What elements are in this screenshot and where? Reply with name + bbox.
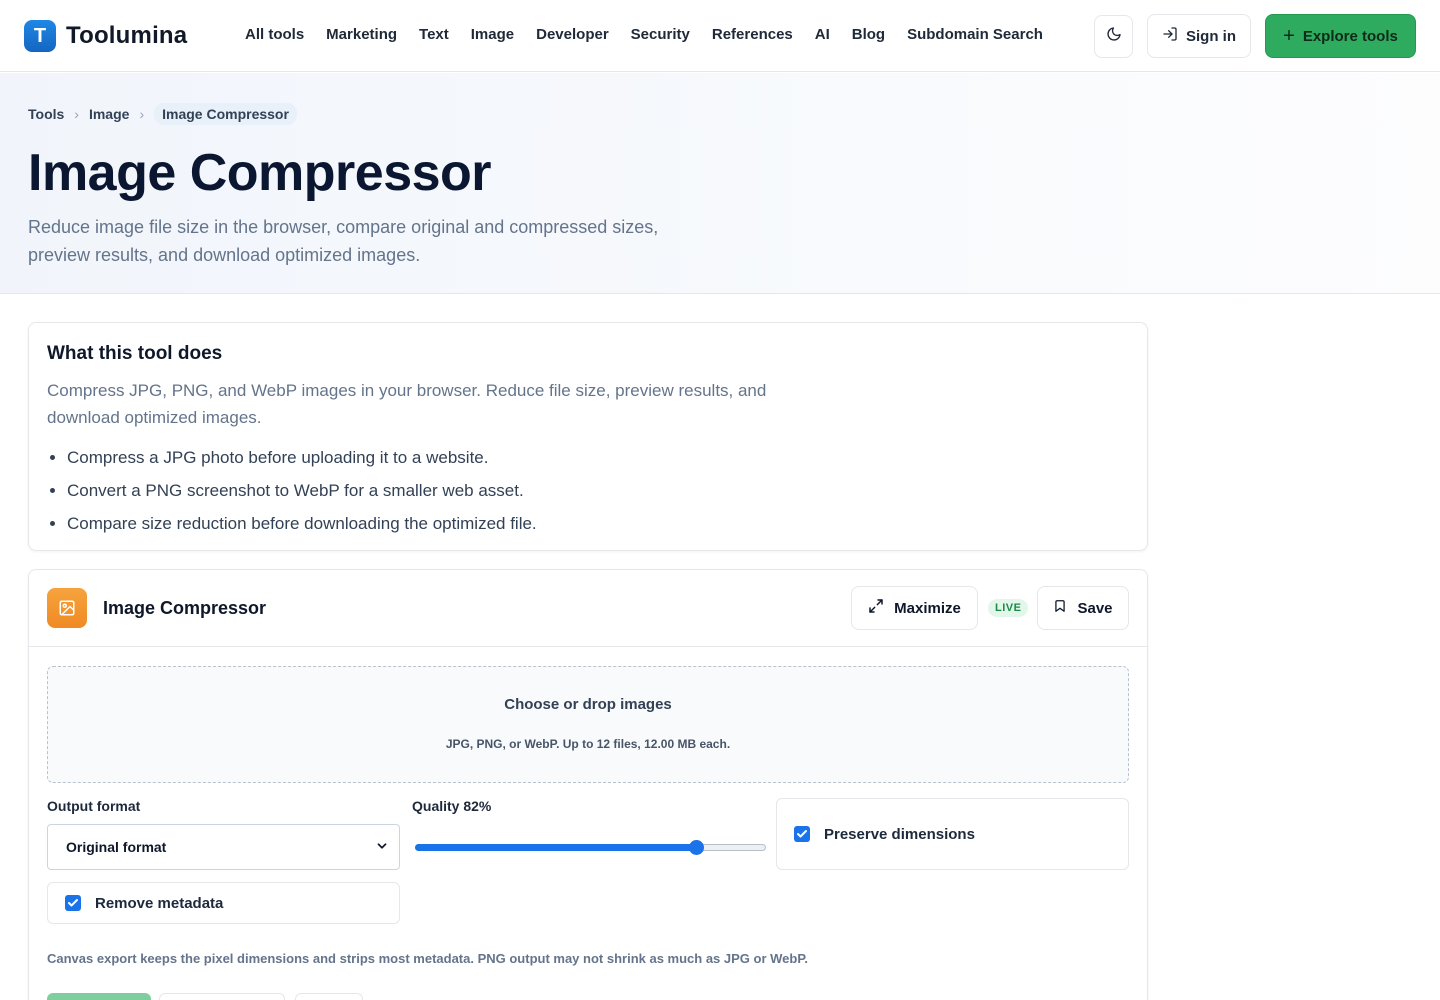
nav-blog[interactable]: Blog (852, 26, 885, 43)
quality-label: Quality 82% (412, 798, 492, 814)
sign-in-button[interactable]: Sign in (1147, 14, 1251, 58)
remove-metadata-option[interactable]: Remove metadata (47, 882, 400, 924)
plus-icon: + (1283, 25, 1295, 47)
breadcrumb-tools[interactable]: Tools (28, 106, 64, 122)
image-icon (47, 588, 87, 628)
list-item: Convert a PNG screenshot to WebP for a s… (67, 474, 537, 507)
top-navigation-bar: T Toolumina All tools Marketing Text Ima… (0, 0, 1440, 72)
sign-in-label: Sign in (1186, 27, 1236, 45)
expand-icon (868, 598, 894, 618)
chevron-right-icon: › (139, 106, 145, 122)
page-title: Image Compressor (28, 144, 492, 202)
nav-image[interactable]: Image (471, 26, 514, 43)
remove-metadata-label: Remove metadata (95, 894, 224, 912)
output-format-select[interactable]: Original format (47, 824, 400, 870)
info-text: Compress JPG, PNG, and WebP images in yo… (47, 381, 767, 427)
theme-toggle-button[interactable] (1094, 15, 1133, 58)
nav-all-tools[interactable]: All tools (245, 26, 304, 43)
nav-ai[interactable]: AI (815, 26, 830, 43)
output-format-value: Original format (66, 839, 167, 855)
checkbox-checked-icon[interactable] (65, 895, 81, 911)
dropzone-subtitle: JPG, PNG, or WebP. Up to 12 files, 12.00… (445, 737, 731, 751)
preserve-dimensions-option[interactable]: Preserve dimensions (776, 798, 1129, 870)
maximize-button[interactable]: Maximize (851, 586, 978, 630)
hero-section: Tools › Image › Image Compressor Image C… (0, 73, 1440, 294)
slider-thumb[interactable] (689, 840, 704, 855)
breadcrumb-image[interactable]: Image (89, 106, 129, 122)
explore-tools-button[interactable]: + Explore tools (1265, 14, 1416, 58)
tertiary-action-button[interactable] (295, 993, 363, 1000)
tool-panel: Image Compressor Maximize LIVE Save Choo… (28, 569, 1148, 1000)
brand-name: Toolumina (66, 22, 188, 49)
explore-tools-label: Explore tools (1302, 27, 1398, 45)
nav-references[interactable]: References (712, 26, 793, 43)
tool-name: Image Compressor (103, 598, 267, 618)
list-item: Compress a JPG photo before uploading it… (67, 441, 537, 474)
bookmark-icon (1053, 598, 1077, 618)
logo-mark: T (24, 20, 56, 52)
slider-fill (415, 844, 696, 851)
info-title: What this tool does (47, 343, 223, 364)
live-badge: LIVE (988, 599, 1029, 617)
compress-button[interactable] (47, 993, 151, 1000)
secondary-action-button[interactable] (159, 993, 285, 1000)
moon-icon (1106, 26, 1122, 47)
chevron-down-icon (375, 839, 389, 856)
breadcrumb: Tools › Image › Image Compressor (28, 103, 297, 125)
site-logo[interactable]: T Toolumina (24, 20, 187, 52)
sign-in-icon (1162, 26, 1186, 46)
chevron-right-icon: › (74, 106, 79, 122)
nav-developer[interactable]: Developer (536, 26, 609, 43)
main-nav: All tools Marketing Text Image Developer… (234, 26, 1054, 43)
page-description: Reduce image file size in the browser, c… (28, 217, 659, 265)
quality-slider[interactable] (415, 840, 766, 855)
output-format-label: Output format (47, 798, 141, 814)
dropzone-title: Choose or drop images (504, 696, 672, 713)
tool-panel-header: Image Compressor Maximize LIVE Save (29, 570, 1147, 647)
nav-subdomain-search[interactable]: Subdomain Search (907, 26, 1043, 43)
save-button[interactable]: Save (1037, 586, 1129, 630)
export-note: Canvas export keeps the pixel dimensions… (47, 951, 808, 966)
nav-marketing[interactable]: Marketing (326, 26, 397, 43)
use-case-list: Compress a JPG photo before uploading it… (67, 441, 537, 540)
preserve-dimensions-label: Preserve dimensions (824, 825, 975, 843)
maximize-label: Maximize (894, 599, 961, 617)
image-dropzone[interactable]: Choose or drop images JPG, PNG, or WebP.… (47, 666, 1129, 783)
breadcrumb-current: Image Compressor (154, 103, 297, 125)
tool-info-card: What this tool does Compress JPG, PNG, a… (28, 322, 1148, 551)
nav-security[interactable]: Security (631, 26, 690, 43)
checkbox-checked-icon[interactable] (794, 826, 810, 842)
list-item: Compare size reduction before downloadin… (67, 507, 537, 540)
save-label: Save (1077, 599, 1113, 617)
nav-text[interactable]: Text (419, 26, 449, 43)
